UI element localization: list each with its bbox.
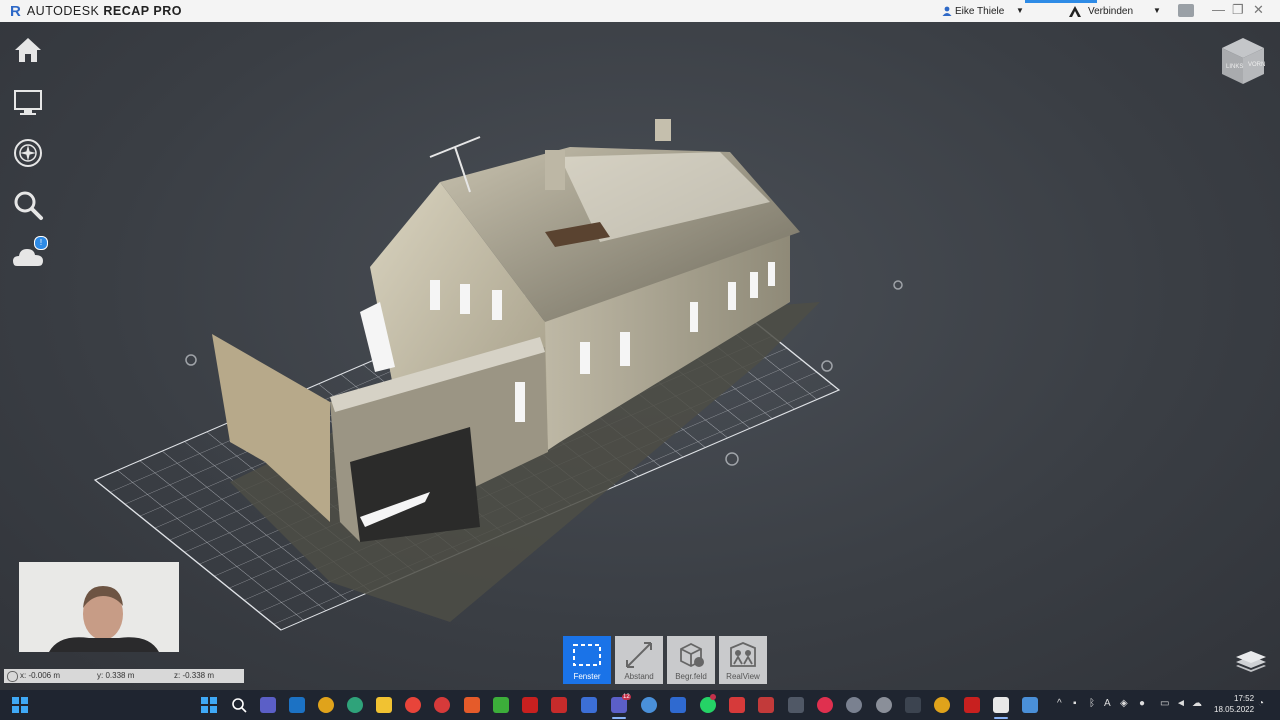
- restore-icon[interactable]: ❐: [1232, 2, 1244, 18]
- layers-icon[interactable]: [1234, 646, 1268, 674]
- autodesk-tray-icon[interactable]: A: [1104, 698, 1111, 709]
- clock-time: 17:52: [1234, 694, 1255, 703]
- autodesk-a-icon: [1069, 5, 1081, 17]
- app-icon[interactable]: [1022, 697, 1038, 713]
- chrome-icon[interactable]: [318, 697, 334, 713]
- recap-icon[interactable]: [993, 697, 1009, 713]
- app-icon[interactable]: [817, 697, 833, 713]
- viewcube[interactable]: LINKS VORN: [1218, 36, 1268, 88]
- connect-menu[interactable]: Verbinden: [1068, 0, 1133, 22]
- notification-badge: !: [34, 236, 48, 250]
- active-app-indicator: [994, 717, 1008, 719]
- measure-toolbar: Fenster Abstand Begr.feld RealView: [563, 636, 767, 684]
- coord-z: z: -0.338 m: [174, 671, 215, 680]
- tool-realview[interactable]: RealView: [719, 636, 767, 684]
- file-explorer-icon[interactable]: [376, 697, 392, 713]
- edge-icon[interactable]: [347, 697, 363, 713]
- meet-icon[interactable]: [260, 697, 276, 713]
- chrome-icon[interactable]: [934, 697, 950, 713]
- tool-label: Fenster: [573, 672, 601, 681]
- app-icon[interactable]: [493, 697, 509, 713]
- filezilla-icon[interactable]: [964, 697, 980, 713]
- taskbar: 12 ^ ▪ ᛒ A ◈ ● ▭ ◄ ☁ 17:52 18.05.2022 ◔: [0, 690, 1280, 720]
- coordinate-readout: x: -0.006 m y: 0.338 m z: -0.338 m: [4, 669, 244, 683]
- coords-icon: [7, 671, 18, 682]
- app-icon[interactable]: [905, 697, 921, 713]
- cloud-tray-icon[interactable]: ☁: [1192, 698, 1202, 709]
- chat-icon[interactable]: [1178, 4, 1194, 17]
- webcam-overlay: [19, 562, 179, 652]
- app-icon[interactable]: [405, 697, 421, 713]
- app-icon[interactable]: [846, 697, 862, 713]
- cloud-sync-button[interactable]: !: [12, 236, 48, 272]
- tool-label: RealView: [726, 672, 760, 681]
- user-menu[interactable]: Eike Thiele: [942, 0, 1004, 22]
- webcam-person: [19, 562, 179, 652]
- selection-window-icon: [573, 644, 601, 666]
- title-bar: R AUTODESK RECAP PRO Eike Thiele ▼ Verbi…: [0, 0, 1280, 23]
- connect-label: Verbinden: [1088, 5, 1134, 17]
- limit-box-icon: [680, 642, 704, 668]
- coord-x: x: -0.006 m: [20, 671, 61, 680]
- volume-icon[interactable]: ◄: [1176, 698, 1186, 709]
- teams-badge: 12: [622, 694, 631, 700]
- search-icon[interactable]: [231, 697, 247, 713]
- app-icon[interactable]: [551, 697, 567, 713]
- notifications-icon[interactable]: ◔: [1258, 698, 1264, 709]
- app-icon[interactable]: [788, 697, 804, 713]
- brand-company: AUTODESK: [26, 4, 100, 18]
- windows-start-icon[interactable]: [12, 697, 28, 713]
- brand-product: RECAP PRO: [103, 4, 182, 18]
- app-brand: R AUTODESK RECAP PRO: [10, 3, 182, 20]
- display-icon[interactable]: ▭: [1160, 698, 1169, 709]
- chevron-down-icon[interactable]: ▼: [1016, 6, 1024, 15]
- home-icon[interactable]: [12, 34, 44, 66]
- viewcube-left-face: LINKS: [1226, 64, 1243, 70]
- distance-icon: [626, 642, 652, 668]
- user-icon: [942, 6, 952, 16]
- monitor-icon[interactable]: [12, 86, 44, 118]
- active-app-indicator: [612, 717, 626, 719]
- tool-limit-box[interactable]: Begr.feld: [667, 636, 715, 684]
- user-name: Eike Thiele: [955, 5, 1005, 17]
- clock-date: 18.05.2022: [1214, 705, 1255, 714]
- security-icon[interactable]: ◈: [1120, 698, 1128, 709]
- app-icon[interactable]: [464, 697, 480, 713]
- close-icon[interactable]: ✕: [1253, 2, 1264, 18]
- search-icon[interactable]: [12, 189, 44, 221]
- 3d-viewport[interactable]: ! LINKS VORN x: -0.006 m y: 0.338 m z: -…: [0, 22, 1280, 690]
- tool-distance[interactable]: Abstand: [615, 636, 663, 684]
- tool-window-select[interactable]: Fenster: [563, 636, 611, 684]
- clock[interactable]: 17:52 18.05.2022: [1214, 693, 1254, 715]
- app-icon[interactable]: [641, 697, 657, 713]
- microphone-icon[interactable]: ●: [1139, 698, 1145, 709]
- point-cloud-scene[interactable]: [0, 22, 1280, 690]
- realview-icon: [730, 642, 756, 667]
- chevron-down-icon[interactable]: ▼: [1153, 6, 1161, 15]
- minimize-icon[interactable]: —: [1212, 2, 1225, 17]
- tool-label: Abstand: [624, 672, 654, 681]
- app-icon[interactable]: [729, 697, 745, 713]
- tool-label: Begr.feld: [675, 672, 707, 681]
- autodesk-icon[interactable]: [670, 697, 686, 713]
- viewcube-front-face: VORN: [1248, 62, 1265, 68]
- outlook-icon[interactable]: [289, 697, 305, 713]
- acrobat-icon[interactable]: [522, 697, 538, 713]
- shield-icon[interactable]: [581, 697, 597, 713]
- coord-y: y: 0.338 m: [97, 671, 135, 680]
- windows-start-icon[interactable]: [201, 697, 217, 713]
- calendar-icon[interactable]: [758, 697, 774, 713]
- recap-logo-icon: R: [10, 2, 21, 20]
- app-icon[interactable]: [876, 697, 892, 713]
- navigation-wheel-icon[interactable]: [12, 137, 44, 169]
- app-icon[interactable]: [434, 697, 450, 713]
- tray-chevron-icon[interactable]: ^: [1057, 698, 1062, 709]
- tray-icon[interactable]: ▪: [1073, 698, 1077, 709]
- whatsapp-badge: [710, 694, 716, 700]
- bluetooth-icon[interactable]: ᛒ: [1089, 698, 1095, 709]
